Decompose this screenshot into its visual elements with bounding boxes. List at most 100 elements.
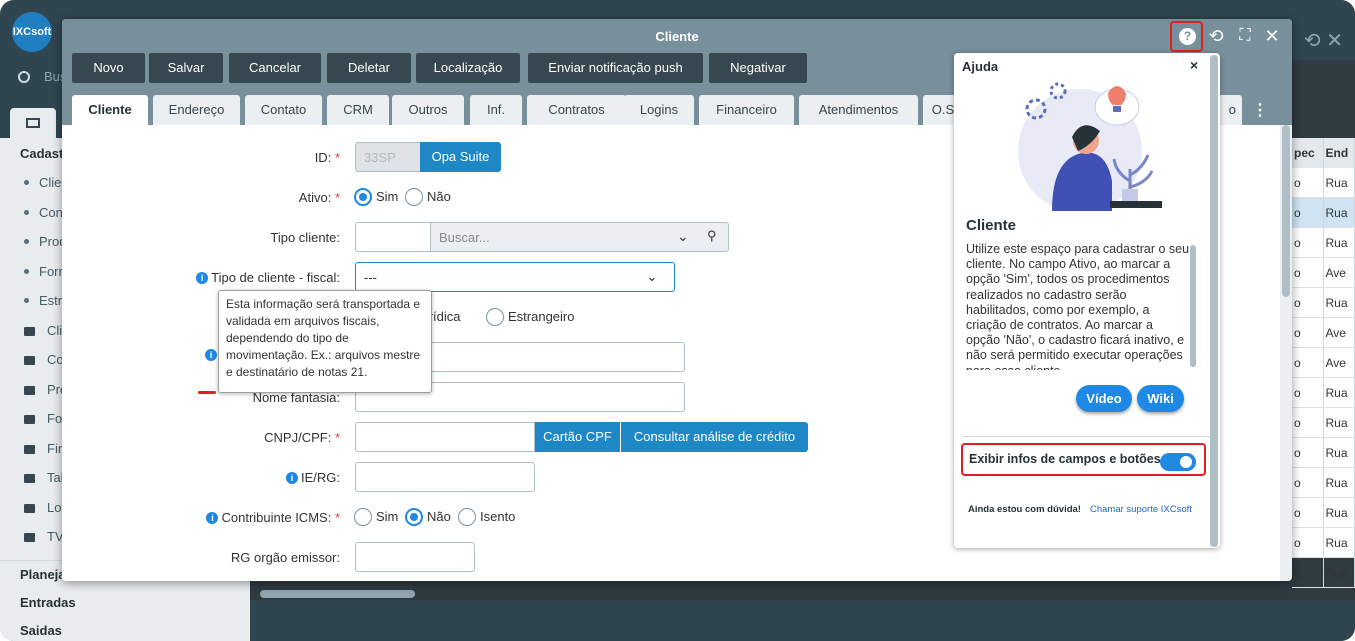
table-row[interactable]: o Rua <box>1292 228 1355 258</box>
table-row[interactable]: o Rua <box>1292 438 1355 468</box>
help-footer-text: Ainda estou com dúvida! <box>968 504 1081 515</box>
info-icon[interactable]: i <box>206 511 219 524</box>
tab[interactable]: CRM <box>327 95 389 125</box>
ixcsoft-logo[interactable]: IXCsoft <box>12 12 52 52</box>
info-icon[interactable]: i <box>285 471 298 484</box>
table-row[interactable]: o Rua <box>1292 168 1355 198</box>
table-cell: o <box>1292 378 1324 407</box>
contribuinte-isento-radio[interactable]: Isento <box>458 507 515 527</box>
help-icon[interactable]: ? <box>1179 28 1196 45</box>
help-panel-scrollbar[interactable] <box>1210 55 1218 547</box>
contribuinte-nao-radio[interactable]: Não <box>405 507 451 527</box>
info-icon[interactable]: i <box>196 271 209 284</box>
rg-orgao-input[interactable] <box>355 542 475 572</box>
tab[interactable]: Atendimentos <box>799 95 918 125</box>
more-tabs-icon[interactable]: ⋮ <box>1250 103 1270 119</box>
opa-suite-button[interactable]: Opa Suite <box>420 142 501 172</box>
id-field: 33SP <box>355 142 421 172</box>
info-icon[interactable]: i <box>205 349 217 361</box>
table-cell: Rua <box>1324 408 1355 437</box>
table-row[interactable]: o Rua <box>1292 468 1355 498</box>
cartao-cpf-button[interactable]: Cartão CPF <box>535 422 620 452</box>
toolbar-button[interactable]: Localização <box>416 53 520 83</box>
table-row[interactable]: o Rua <box>1292 498 1355 528</box>
toolbar-button[interactable]: Novo <box>72 53 145 83</box>
sidebar-item-label: Cli <box>47 322 63 338</box>
history-icon[interactable]: ⟲ <box>1203 23 1229 49</box>
pessoa-estrangeiro-radio[interactable]: Estrangeiro <box>486 307 574 327</box>
tab[interactable]: Contato <box>245 95 322 125</box>
table-row[interactable]: o Rua <box>1292 408 1355 438</box>
toolbar-button[interactable]: Deletar <box>327 53 411 83</box>
table-row[interactable]: o Ave <box>1292 318 1355 348</box>
support-link[interactable]: Chamar suporte IXCsoft <box>1090 504 1192 515</box>
table-cell: o <box>1292 318 1324 347</box>
wiki-button[interactable]: Wiki <box>1137 385 1184 412</box>
ativo-nao-radio[interactable]: Não <box>405 187 451 207</box>
column-header[interactable]: pec <box>1292 138 1324 168</box>
horizontal-scrollbar[interactable] <box>260 590 415 598</box>
bullet-icon <box>24 239 29 244</box>
column-header[interactable]: End <box>1324 138 1355 168</box>
help-panel-divider <box>962 436 1210 437</box>
fullscreen-icon[interactable]: ⛶ <box>1232 23 1258 49</box>
toolbar-button[interactable]: Negativar <box>709 53 807 83</box>
ie-rg-input[interactable] <box>355 462 535 492</box>
table-cell: o <box>1292 168 1324 197</box>
tipo-cliente-search[interactable]: Buscar... ⌄ ⚲ <box>430 222 729 252</box>
table-row[interactable]: o Ave <box>1292 258 1355 288</box>
tab[interactable]: Contratos <box>527 95 626 125</box>
contribuinte-sim-radio[interactable]: Sim <box>354 507 398 527</box>
table-row[interactable]: o Rua <box>1292 558 1355 588</box>
table-cell: Rua <box>1324 438 1355 467</box>
modal-title: Cliente <box>655 29 699 44</box>
table-row[interactable]: o Rua <box>1292 378 1355 408</box>
table-cell: Rua <box>1324 228 1355 257</box>
table-row[interactable]: o Rua <box>1292 198 1355 228</box>
tab[interactable]: Cliente <box>72 95 148 125</box>
cnpj-input[interactable] <box>355 422 535 452</box>
sidebar-bottom-item[interactable]: Entradas <box>0 589 250 617</box>
toolbar-button[interactable]: Cancelar <box>229 53 321 83</box>
sidebar-bottom-item[interactable]: Saidas <box>0 617 250 641</box>
table-row[interactable]: o Ave <box>1292 348 1355 378</box>
close-icon[interactable]: ✕ <box>1259 23 1285 49</box>
tab[interactable]: Financeiro <box>699 95 794 125</box>
table-cell: Ave <box>1324 318 1355 347</box>
table-row[interactable]: o Rua <box>1292 288 1355 318</box>
help-panel: Ajuda × Cliente Utilize este espaço para… <box>954 53 1220 548</box>
tab[interactable]: Logins <box>624 95 694 125</box>
table-row[interactable]: o Rua <box>1292 528 1355 558</box>
tipo-cliente-code-input[interactable] <box>355 222 431 252</box>
ativo-sim-radio[interactable]: Sim <box>354 187 398 207</box>
sidebar-tab-list[interactable] <box>10 108 56 138</box>
folder-icon <box>24 415 35 424</box>
bg-window-icons: ⟲ ✕ <box>1304 28 1343 53</box>
help-panel-close-icon[interactable]: × <box>1190 57 1198 73</box>
help-panel-text: Utilize este espaço para cadastrar o seu… <box>966 242 1190 370</box>
table-cell: o <box>1292 468 1324 497</box>
table-cell: Rua <box>1324 558 1355 587</box>
video-button[interactable]: Vídeo <box>1076 385 1132 412</box>
chevron-down-icon: ⌄ <box>646 268 658 284</box>
tipo-fiscal-select[interactable]: --- ⌄ <box>355 262 675 292</box>
close-icon[interactable]: ✕ <box>1326 30 1343 52</box>
toolbar-button[interactable]: Enviar notificação push <box>528 53 703 83</box>
tab[interactable]: Endereço <box>153 95 240 125</box>
consultar-credito-button[interactable]: Consultar análise de crédito <box>621 422 808 452</box>
history-icon[interactable]: ⟲ <box>1304 30 1321 52</box>
toolbar-button[interactable]: Salvar <box>149 53 223 83</box>
folder-icon <box>24 385 35 395</box>
tab[interactable]: Inf. <box>470 95 522 125</box>
form-scrollbar[interactable] <box>1280 125 1292 581</box>
search-icon[interactable]: ⚲ <box>707 228 717 244</box>
help-text-scrollbar[interactable] <box>1190 245 1196 367</box>
folder-icon <box>24 503 35 513</box>
table-cell: o <box>1292 498 1324 527</box>
tab[interactable]: Outros <box>392 95 464 125</box>
modal-header: Cliente ? ⟲ ⛶ ✕ <box>62 19 1292 53</box>
table-header: pec End <box>1292 138 1355 168</box>
show-field-info-toggle[interactable] <box>1160 453 1196 471</box>
table-cell: o <box>1292 198 1324 227</box>
table-cell: Ave <box>1324 348 1355 377</box>
